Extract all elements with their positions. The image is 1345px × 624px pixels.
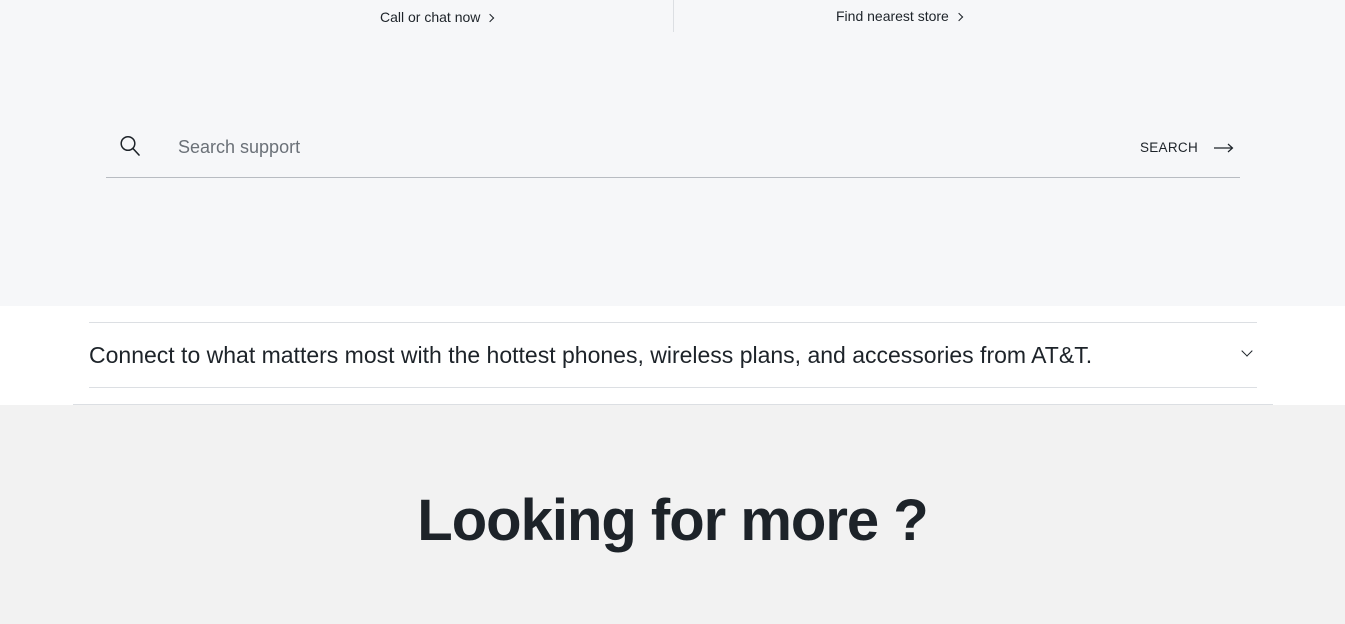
support-header-section: Call or chat now Find nearest store SEAR… xyxy=(0,0,1345,306)
divider xyxy=(89,387,1257,388)
search-button[interactable]: SEARCH xyxy=(1140,140,1234,155)
search-input[interactable] xyxy=(178,132,1078,162)
chevron-right-icon xyxy=(954,12,964,21)
contact-links: Call or chat now Find nearest store xyxy=(0,0,1345,32)
find-store-link[interactable]: Find nearest store xyxy=(836,8,964,24)
looking-for-more-section: Looking for more ? xyxy=(0,405,1345,624)
call-or-chat-link[interactable]: Call or chat now xyxy=(380,9,495,25)
find-store-label: Find nearest store xyxy=(836,8,949,24)
search-icon xyxy=(120,135,140,156)
divider xyxy=(673,0,674,32)
search-button-label: SEARCH xyxy=(1139,140,1198,155)
call-or-chat-label: Call or chat now xyxy=(380,9,481,25)
chevron-down-icon xyxy=(1241,345,1253,357)
chevron-right-icon xyxy=(486,13,495,22)
accordion-section: Connect to what matters most with the ho… xyxy=(0,306,1345,405)
accordion-header[interactable]: Connect to what matters most with the ho… xyxy=(89,323,1257,387)
section-title: Looking for more ? xyxy=(417,488,928,553)
search-bar: SEARCH xyxy=(106,118,1240,178)
arrow-right-icon xyxy=(1214,143,1234,152)
accordion-title: Connect to what matters most with the ho… xyxy=(89,341,1093,368)
